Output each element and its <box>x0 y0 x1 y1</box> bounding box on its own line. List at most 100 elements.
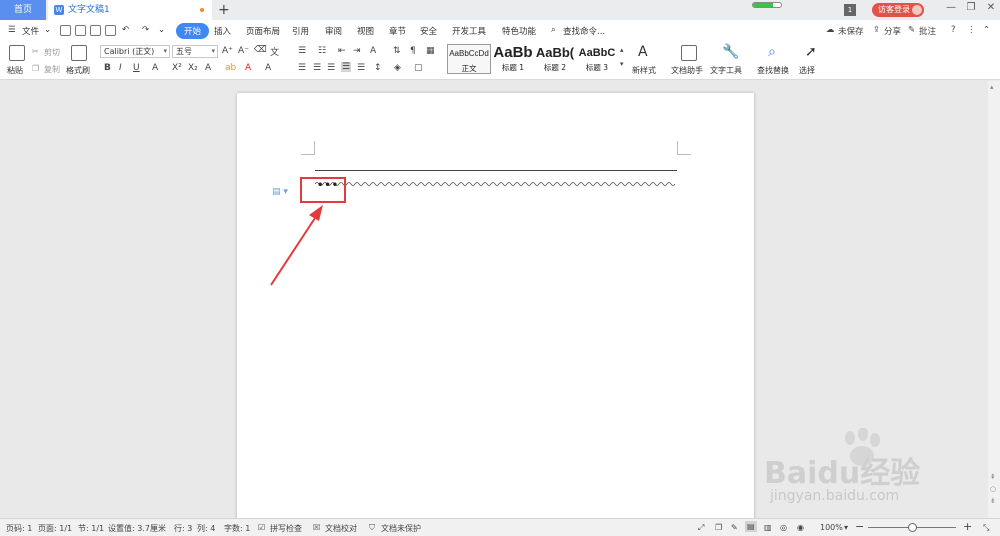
select-button[interactable]: 选择 <box>799 65 815 76</box>
underline-button[interactable]: U <box>133 63 140 73</box>
phonetic-icon[interactable]: 文 <box>270 45 279 58</box>
copy-button[interactable]: 复制 <box>44 64 60 75</box>
font-color-icon[interactable]: A <box>245 63 251 73</box>
sort-icon[interactable]: ⇅ <box>393 46 401 56</box>
distribute-icon[interactable]: ☰ <box>357 63 365 73</box>
text-effect-icon[interactable]: A <box>205 63 211 73</box>
increase-indent-icon[interactable]: ⇥ <box>353 46 361 56</box>
subscript-icon[interactable]: X₂ <box>188 63 198 73</box>
command-search[interactable]: 查找命令... <box>563 25 605 37</box>
status-page-number[interactable]: 页码: 1 <box>6 523 32 534</box>
paste-icon[interactable] <box>9 45 25 61</box>
fullscreen-icon[interactable]: ⤢ <box>698 523 704 533</box>
minimize-icon[interactable]: — <box>944 2 958 13</box>
zoom-level[interactable]: 100% <box>820 523 843 532</box>
bold-button[interactable]: B <box>104 63 111 73</box>
help-icon[interactable]: ? <box>951 25 956 35</box>
zoom-dropdown-icon[interactable]: ▾ <box>844 523 848 532</box>
hamburger-icon[interactable]: ☰ <box>8 25 16 35</box>
asian-layout-icon[interactable]: A <box>370 46 376 56</box>
menu-reference[interactable]: 引用 <box>292 25 309 37</box>
print-preview-icon[interactable] <box>105 25 116 36</box>
menu-file[interactable]: 文件 <box>22 25 39 37</box>
more-icon[interactable]: ⋮ <box>967 25 976 35</box>
page-view-icon[interactable]: ▤ <box>745 521 757 532</box>
tab-home[interactable]: 首页 <box>0 0 46 20</box>
close-icon[interactable]: ✕ <box>984 2 998 13</box>
scroll-up-icon[interactable]: ▴ <box>990 83 994 91</box>
reading-mode-icon[interactable]: ❐ <box>715 523 722 532</box>
export-pdf-icon[interactable] <box>75 25 86 36</box>
styles-scroll-up-icon[interactable]: ▴ <box>620 46 624 54</box>
redo-icon[interactable]: ↷ <box>142 25 149 35</box>
align-left-icon[interactable]: ☰ <box>298 63 306 73</box>
show-marks-icon[interactable]: ¶ <box>410 46 416 56</box>
doc-protect-button[interactable]: 文档未保护 <box>381 523 421 534</box>
cut-button[interactable]: 剪切 <box>44 47 60 58</box>
undo-icon[interactable]: ↶ <box>122 25 129 35</box>
doc-proof-button[interactable]: 文档校对 <box>325 523 357 534</box>
status-section[interactable]: 节: 1/1 <box>78 523 104 534</box>
eye-protect-icon[interactable]: ◉ <box>797 523 804 532</box>
status-word-count[interactable]: 字数: 1 <box>224 523 250 534</box>
menu-start[interactable]: 开始 <box>176 23 210 39</box>
print-icon[interactable] <box>90 25 101 36</box>
menu-insert[interactable]: 插入 <box>214 25 231 37</box>
spell-check-button[interactable]: 拼写检查 <box>270 523 302 534</box>
shrink-font-icon[interactable]: A⁻ <box>238 46 249 56</box>
font-name-select[interactable]: Calibri (正文) ▾ <box>100 45 170 58</box>
zoom-slider-knob[interactable] <box>908 523 917 532</box>
save-icon[interactable] <box>60 25 71 36</box>
menu-page-layout[interactable]: 页面布局 <box>246 25 280 37</box>
status-column[interactable]: 列: 4 <box>197 523 215 534</box>
style-heading-3[interactable]: AaBbC 标题 3 <box>576 44 618 74</box>
menu-review[interactable]: 审阅 <box>325 25 342 37</box>
web-view-icon[interactable]: ◎ <box>780 523 787 532</box>
format-painter-button[interactable]: 格式刷 <box>66 65 90 76</box>
align-right-icon[interactable]: ☰ <box>327 63 335 73</box>
bullet-list-icon[interactable]: ☰ <box>298 46 306 56</box>
chevron-down-icon[interactable]: ⌄ <box>44 25 51 35</box>
line-spacing-icon[interactable]: ↕ <box>374 63 382 73</box>
status-row[interactable]: 行: 3 <box>174 523 192 534</box>
doc-assistant-icon[interactable] <box>681 45 697 61</box>
borders-icon[interactable]: ▢ <box>414 63 423 73</box>
styles-scroll-down-icon[interactable]: ▾ <box>620 60 624 68</box>
fit-page-icon[interactable]: ⤡ <box>983 523 989 533</box>
decrease-indent-icon[interactable]: ⇤ <box>338 46 346 56</box>
highlight-icon[interactable]: ab <box>225 63 236 73</box>
tab-document[interactable]: W 文字文稿1 <box>48 0 212 20</box>
doc-assistant-button[interactable]: 文档助手 <box>671 65 703 76</box>
new-style-button[interactable]: 新样式 <box>632 65 656 76</box>
edit-mode-icon[interactable]: ✎ <box>731 523 738 532</box>
search-icon[interactable]: ⌕ <box>551 25 556 35</box>
shading-icon[interactable]: ◈ <box>394 63 401 73</box>
justify-icon[interactable]: ☰ <box>341 62 352 72</box>
style-normal[interactable]: AaBbCcDd 正文 <box>447 44 491 74</box>
comment-button[interactable]: 批注 <box>919 25 936 37</box>
new-tab-button[interactable]: + <box>218 1 230 19</box>
superscript-icon[interactable]: X² <box>172 63 182 73</box>
format-painter-icon[interactable] <box>71 45 87 61</box>
style-heading-2[interactable]: AaBb( 标题 2 <box>534 44 576 74</box>
menu-view[interactable]: 视图 <box>357 25 374 37</box>
status-pages[interactable]: 页面: 1/1 <box>38 523 72 534</box>
collapse-ribbon-icon[interactable]: ⌃ <box>983 25 990 35</box>
style-heading-1[interactable]: AaBb 标题 1 <box>492 44 534 74</box>
italic-button[interactable]: I <box>119 63 122 73</box>
share-button[interactable]: 分享 <box>884 25 901 37</box>
outline-view-icon[interactable]: ▥ <box>764 523 772 532</box>
window-count-badge[interactable]: 1 <box>844 4 856 16</box>
paste-button[interactable]: 粘贴 <box>7 65 23 76</box>
restore-icon[interactable]: ❐ <box>964 2 978 13</box>
document-page[interactable]: ▤ ▾ ••• <box>237 93 754 533</box>
border-icon[interactable]: ▦ <box>426 46 435 56</box>
text-tools-button[interactable]: 文字工具 <box>710 65 742 76</box>
unsaved-status[interactable]: 未保存 <box>838 25 864 37</box>
font-size-select[interactable]: 五号 ▾ <box>172 45 218 58</box>
customize-icon[interactable]: ⌄ <box>158 25 165 35</box>
status-setting-value[interactable]: 设置值: 3.7厘米 <box>108 523 166 534</box>
grow-font-icon[interactable]: A⁺ <box>222 46 233 56</box>
numbered-list-icon[interactable]: ☷ <box>318 46 326 56</box>
guest-login-button[interactable]: 访客登录 <box>872 3 924 17</box>
